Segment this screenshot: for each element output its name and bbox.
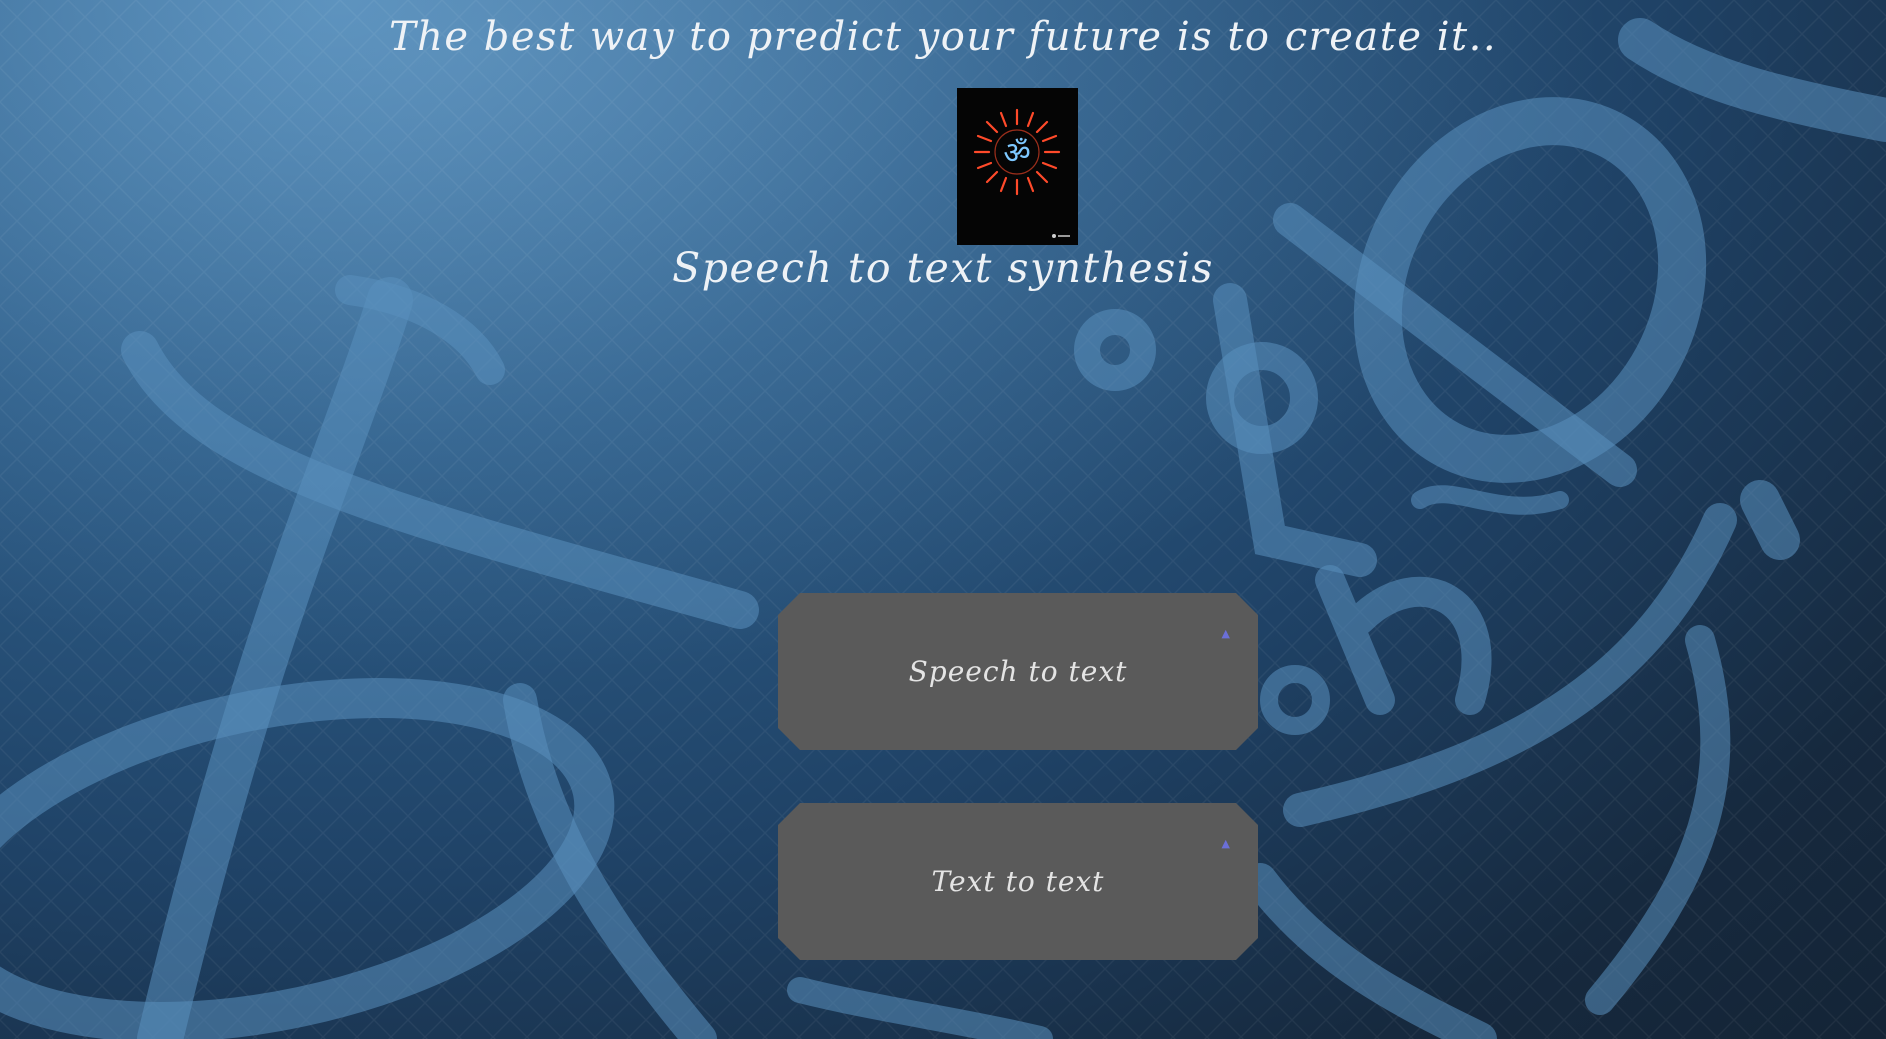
om-neon-icon: ॐ <box>957 88 1078 245</box>
text-to-text-button[interactable]: ▲ Text to text <box>778 803 1258 960</box>
caret-up-icon: ▲ <box>1221 837 1231 850</box>
speech-to-text-button[interactable]: ▲ Speech to text <box>778 593 1258 750</box>
page-quote: The best way to predict your future is t… <box>388 14 1498 60</box>
svg-text:ॐ: ॐ <box>1003 136 1030 171</box>
speech-to-text-label: Speech to text <box>908 655 1128 688</box>
page-title: Speech to text synthesis <box>672 244 1214 292</box>
caret-up-icon: ▲ <box>1221 627 1231 640</box>
text-to-text-label: Text to text <box>931 865 1105 898</box>
